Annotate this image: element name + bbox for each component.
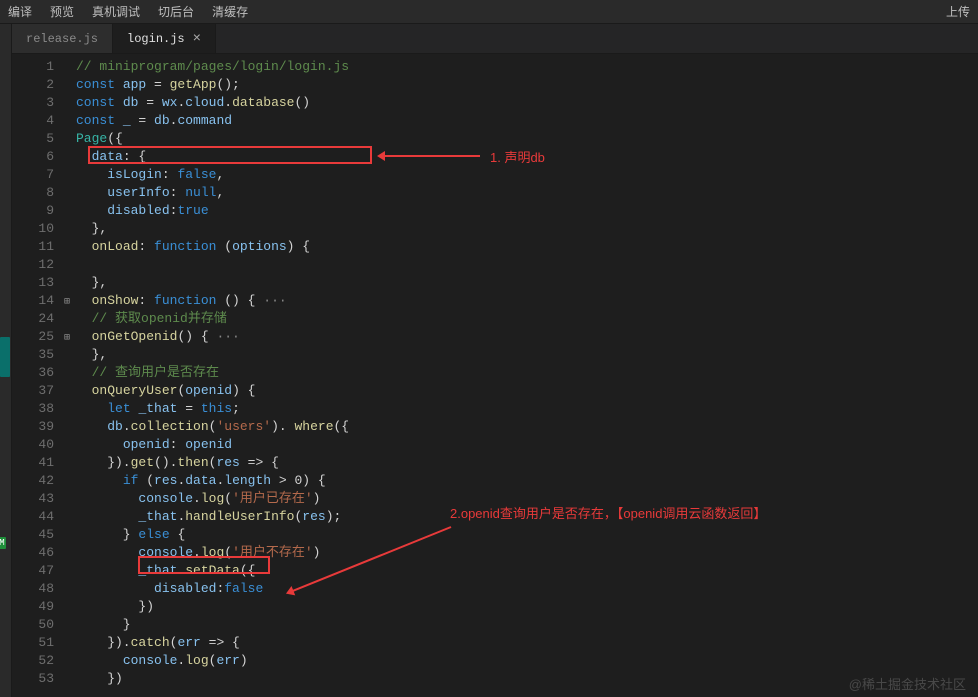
- code-line[interactable]: const app = getApp();: [76, 76, 978, 94]
- code-line[interactable]: }): [76, 598, 978, 616]
- line-number: 46: [12, 544, 76, 562]
- line-number: 43: [12, 490, 76, 508]
- editor-tabs: release.js login.js ×: [12, 24, 978, 54]
- code-line[interactable]: [76, 256, 978, 274]
- line-number: 37: [12, 382, 76, 400]
- code-line[interactable]: if (res.data.length > 0) {: [76, 472, 978, 490]
- code-line[interactable]: // 查询用户是否存在: [76, 364, 978, 382]
- line-number: 35: [12, 346, 76, 364]
- line-number: 2: [12, 76, 76, 94]
- line-number: 4: [12, 112, 76, 130]
- code-line[interactable]: },: [76, 220, 978, 238]
- menu-bg[interactable]: 切后台: [158, 3, 194, 20]
- activity-badge-teal: [0, 337, 10, 377]
- code-line[interactable]: _that.handleUserInfo(res);: [76, 508, 978, 526]
- code-line[interactable]: isLogin: false,: [76, 166, 978, 184]
- activity-bar: M: [0, 24, 12, 697]
- menu-compile[interactable]: 编译: [8, 3, 32, 20]
- line-number: 51: [12, 634, 76, 652]
- code-line[interactable]: let _that = this;: [76, 400, 978, 418]
- line-number: 7: [12, 166, 76, 184]
- line-number: 50: [12, 616, 76, 634]
- code-line[interactable]: },: [76, 274, 978, 292]
- line-number: 53: [12, 670, 76, 688]
- tab-release-js[interactable]: release.js: [12, 24, 113, 53]
- line-number: 1: [12, 58, 76, 76]
- code-line[interactable]: console.log(err): [76, 652, 978, 670]
- code-line[interactable]: }: [76, 616, 978, 634]
- code-line[interactable]: const db = wx.cloud.database(): [76, 94, 978, 112]
- line-number: 3: [12, 94, 76, 112]
- code-line[interactable]: openid: openid: [76, 436, 978, 454]
- code-editor[interactable]: 1234567891011121314⊞2425⊞353637383940414…: [12, 54, 978, 697]
- line-number: 9: [12, 202, 76, 220]
- code-line[interactable]: data: {: [76, 148, 978, 166]
- activity-badge-m: M: [0, 537, 6, 549]
- line-number: 13: [12, 274, 76, 292]
- code-line[interactable]: console.log('用户已存在'): [76, 490, 978, 508]
- line-number: 38: [12, 400, 76, 418]
- line-number: 49: [12, 598, 76, 616]
- code-line[interactable]: // miniprogram/pages/login/login.js: [76, 58, 978, 76]
- code-line[interactable]: }).get().then(res => {: [76, 454, 978, 472]
- line-number: 42: [12, 472, 76, 490]
- code-line[interactable]: },: [76, 346, 978, 364]
- code-line[interactable]: }).catch(err => {: [76, 634, 978, 652]
- code-line[interactable]: console.log('用户不存在'): [76, 544, 978, 562]
- code-line[interactable]: disabled:true: [76, 202, 978, 220]
- line-number: 40: [12, 436, 76, 454]
- menubar: 编译 预览 真机调试 切后台 清缓存 上传: [0, 0, 978, 24]
- line-number: 45: [12, 526, 76, 544]
- line-number: 11: [12, 238, 76, 256]
- line-number: 14⊞: [12, 292, 76, 310]
- line-number: 41: [12, 454, 76, 472]
- line-number: 10: [12, 220, 76, 238]
- line-number: 36: [12, 364, 76, 382]
- code-line[interactable]: } else {: [76, 526, 978, 544]
- code-line[interactable]: }): [76, 670, 978, 688]
- code-line[interactable]: onGetOpenid() { ···: [76, 328, 978, 346]
- watermark: @稀土掘金技术社区: [849, 674, 966, 693]
- code-line[interactable]: userInfo: null,: [76, 184, 978, 202]
- tab-login-js[interactable]: login.js ×: [113, 24, 216, 53]
- menu-upload[interactable]: 上传: [946, 3, 970, 20]
- code-line[interactable]: onShow: function () { ···: [76, 292, 978, 310]
- menu-clear[interactable]: 清缓存: [212, 3, 248, 20]
- line-number: 39: [12, 418, 76, 436]
- line-number: 6: [12, 148, 76, 166]
- fold-icon[interactable]: ⊞: [60, 294, 70, 304]
- tab-label: release.js: [26, 32, 98, 46]
- menu-remote[interactable]: 真机调试: [92, 3, 140, 20]
- code-line[interactable]: disabled:false: [76, 580, 978, 598]
- line-number: 24: [12, 310, 76, 328]
- line-number: 52: [12, 652, 76, 670]
- code-line[interactable]: onLoad: function (options) {: [76, 238, 978, 256]
- line-gutter: 1234567891011121314⊞2425⊞353637383940414…: [12, 54, 76, 697]
- line-number: 5: [12, 130, 76, 148]
- code-line[interactable]: db.collection('users'). where({: [76, 418, 978, 436]
- line-number: 25⊞: [12, 328, 76, 346]
- menu-preview[interactable]: 预览: [50, 3, 74, 20]
- line-number: 48: [12, 580, 76, 598]
- code-content[interactable]: // miniprogram/pages/login/login.jsconst…: [76, 54, 978, 697]
- tab-label: login.js: [127, 32, 185, 46]
- line-number: 44: [12, 508, 76, 526]
- line-number: 8: [12, 184, 76, 202]
- fold-icon[interactable]: ⊞: [60, 330, 70, 340]
- code-line[interactable]: onQueryUser(openid) {: [76, 382, 978, 400]
- line-number: 12: [12, 256, 76, 274]
- line-number: 47: [12, 562, 76, 580]
- code-line[interactable]: // 获取openid并存储: [76, 310, 978, 328]
- code-line[interactable]: Page({: [76, 130, 978, 148]
- code-line[interactable]: _that.setData({: [76, 562, 978, 580]
- code-line[interactable]: const _ = db.command: [76, 112, 978, 130]
- close-icon[interactable]: ×: [193, 31, 201, 47]
